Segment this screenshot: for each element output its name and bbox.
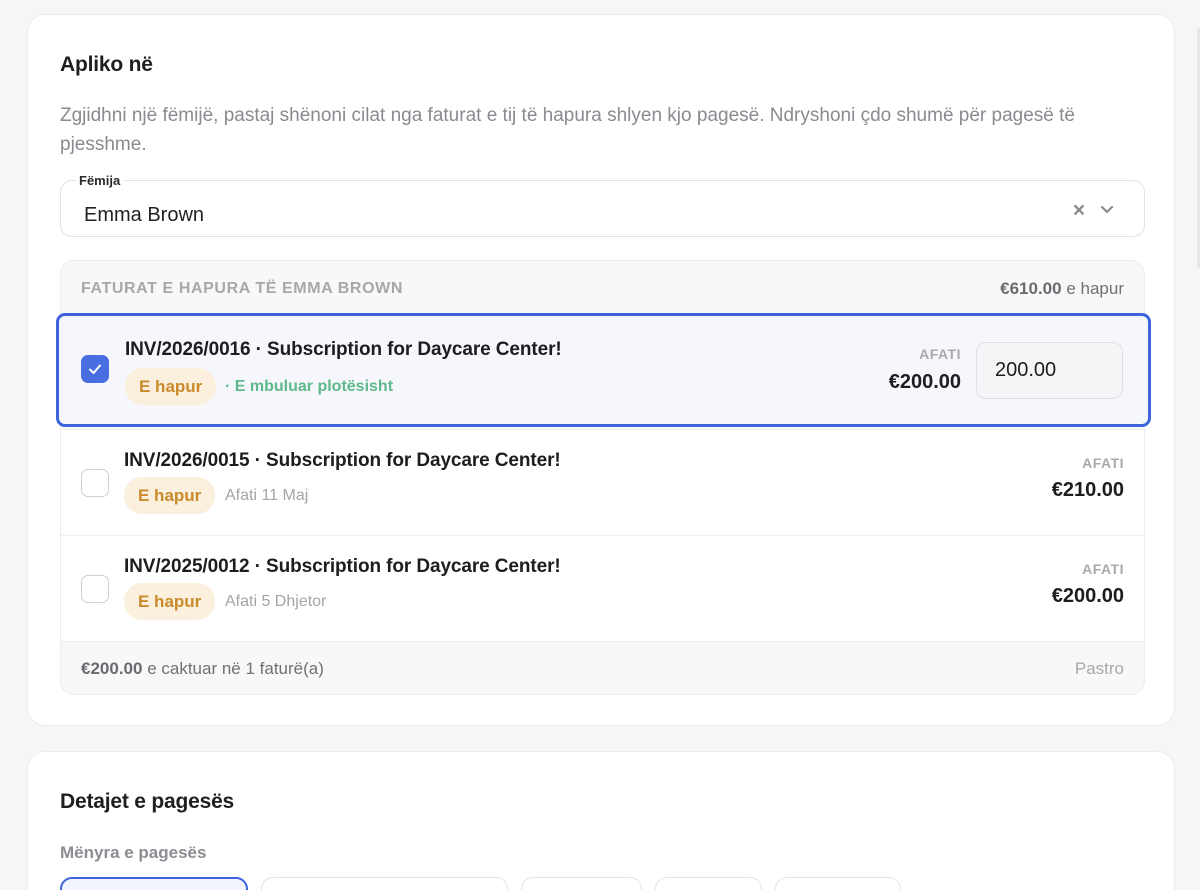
child-select-label: Fëmija bbox=[76, 173, 124, 188]
section-title: Apliko në bbox=[60, 53, 153, 76]
invoice-row[interactable]: INV/2026/0016 · Subscription for Daycare… bbox=[56, 313, 1151, 427]
status-badge: E hapur bbox=[124, 583, 216, 620]
open-total: €610.00 e hapur bbox=[1000, 279, 1124, 299]
close-icon[interactable]: × bbox=[1069, 200, 1089, 221]
open-total-amount: €610.00 bbox=[1000, 279, 1062, 298]
allocation-summary: €200.00 e caktuar në 1 faturë(a) bbox=[81, 659, 324, 679]
due-date: Afati 5 Dhjetor bbox=[225, 593, 327, 610]
invoice-title: INV/2025/0012 · Subscription for Daycare… bbox=[124, 556, 561, 577]
apply-to-card: Apliko në Zgjidhni një fëmijë, pastaj sh… bbox=[27, 14, 1175, 726]
due-date: Afati 11 Maj bbox=[225, 487, 309, 504]
invoice-checkbox[interactable] bbox=[81, 575, 109, 603]
section-description: Zgjidhni një fëmijë, pastaj shënoni cila… bbox=[60, 105, 1075, 155]
chevron-down-icon[interactable] bbox=[1097, 199, 1117, 219]
status-badge: E hapur bbox=[125, 368, 217, 405]
invoice-checkbox[interactable] bbox=[81, 469, 109, 497]
due-label: AFATI bbox=[919, 346, 961, 362]
open-invoices-panel: FATURAT E HAPURA TË EMMA BROWN €610.00 e… bbox=[56, 260, 1151, 695]
child-select[interactable]: Emma Brown × bbox=[60, 180, 1145, 237]
invoices-panel-header: FATURAT E HAPURA TË EMMA BROWN bbox=[81, 280, 403, 297]
payment-method-label: Mënyra e pagesës bbox=[60, 843, 207, 862]
allocation-footer: €200.00 e caktuar në 1 faturë(a) Pastro bbox=[61, 641, 1144, 695]
applied-amount-input[interactable] bbox=[976, 342, 1123, 399]
payment-method-option[interactable] bbox=[60, 877, 248, 890]
check-icon bbox=[89, 364, 101, 374]
invoice-title: INV/2026/0016 · Subscription for Daycare… bbox=[125, 339, 562, 360]
invoice-row[interactable]: INV/2025/0012 · Subscription for Daycare… bbox=[61, 535, 1144, 641]
payment-details-card: Detajet e pagesës Mënyra e pagesës bbox=[27, 751, 1175, 890]
due-label: AFATI bbox=[1082, 561, 1124, 577]
invoice-checkbox[interactable] bbox=[81, 355, 109, 383]
payment-method-option[interactable] bbox=[775, 877, 901, 890]
due-label: AFATI bbox=[1082, 455, 1124, 471]
invoice-row[interactable]: INV/2026/0015 · Subscription for Daycare… bbox=[61, 429, 1144, 535]
allocated-amount: €200.00 bbox=[81, 659, 143, 678]
section-title: Detajet e pagesës bbox=[60, 790, 235, 813]
payment-method-option[interactable] bbox=[655, 877, 762, 890]
coverage-note: · E mbuluar plotësisht bbox=[225, 378, 394, 395]
payment-method-option[interactable] bbox=[521, 877, 642, 890]
invoice-amount: €200.00 bbox=[888, 371, 961, 393]
status-badge: E hapur bbox=[124, 477, 216, 514]
allocation-text: e caktuar në 1 faturë(a) bbox=[147, 659, 324, 678]
invoice-amount: €200.00 bbox=[1051, 585, 1124, 607]
child-select-value: Emma Brown bbox=[84, 204, 205, 226]
open-total-suffix: e hapur bbox=[1066, 279, 1124, 298]
invoice-title: INV/2026/0015 · Subscription for Daycare… bbox=[124, 450, 561, 471]
clear-button[interactable]: Pastro bbox=[1075, 659, 1124, 679]
payment-method-option[interactable] bbox=[261, 877, 508, 890]
invoice-amount: €210.00 bbox=[1051, 479, 1124, 501]
